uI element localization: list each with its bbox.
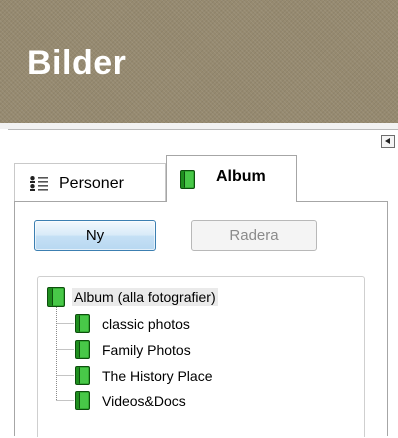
album-book-icon (75, 314, 90, 333)
album-book-icon (75, 340, 90, 359)
album-tab-content: Ny Radera Album (alla fotografier) class… (14, 201, 388, 437)
delete-album-button[interactable]: Radera (191, 220, 317, 251)
album-book-icon (75, 366, 90, 385)
tab-personer-label: Personer (59, 175, 124, 192)
album-tree: Album (alla fotografier) classic photos … (37, 276, 365, 437)
tab-album[interactable]: Album (166, 155, 297, 202)
tab-album-label: Album (216, 168, 266, 185)
page-title: Bilder (27, 44, 127, 82)
side-panel: Personer Album Ny Radera Album (alla fot… (0, 129, 398, 437)
collapse-panel-button[interactable] (381, 135, 395, 148)
new-album-button[interactable]: Ny (34, 220, 156, 251)
album-book-icon (47, 287, 65, 307)
tree-item-label: The History Place (102, 368, 213, 384)
tree-root-label: Album (alla fotografier) (72, 288, 218, 306)
header-banner: Bilder (0, 0, 398, 123)
tree-item-label: Videos&Docs (102, 393, 186, 409)
tab-personer[interactable]: Personer (14, 163, 166, 201)
panel-divider (8, 129, 398, 130)
album-book-icon (75, 391, 90, 410)
people-list-icon (30, 176, 48, 191)
album-book-icon (180, 170, 195, 189)
tree-item-label: Family Photos (102, 342, 191, 358)
tree-item-label: classic photos (102, 316, 190, 332)
